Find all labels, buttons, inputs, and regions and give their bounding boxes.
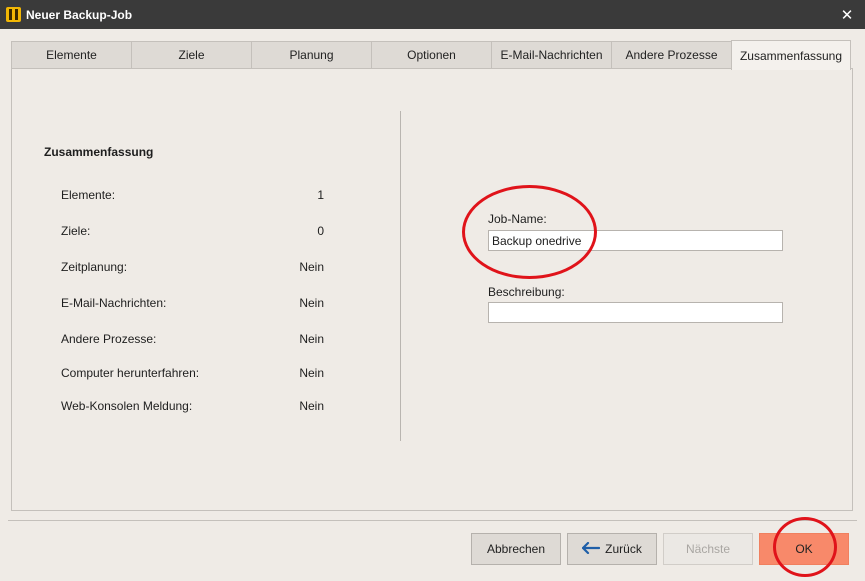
summary-label: E-Mail-Nachrichten: (61, 296, 167, 310)
summary-value: Nein (299, 260, 324, 274)
description-input[interactable] (488, 302, 783, 323)
ok-button[interactable]: OK (759, 533, 849, 565)
summary-row-email: E-Mail-Nachrichten: Nein (61, 296, 324, 312)
back-button-label: Zurück (605, 542, 642, 556)
summary-label: Ziele: (61, 224, 91, 238)
summary-value: 1 (317, 188, 324, 202)
summary-value: Nein (299, 366, 324, 380)
title-bar: Neuer Backup-Job ✕ (0, 0, 865, 29)
description-label: Beschreibung: (488, 285, 565, 299)
footer-separator (8, 520, 857, 521)
close-button[interactable]: ✕ (829, 0, 865, 29)
back-button[interactable]: Zurück (567, 533, 657, 565)
tab-ziele[interactable]: Ziele (131, 41, 251, 69)
window-title: Neuer Backup-Job (26, 8, 133, 22)
job-name-label: Job-Name: (488, 212, 547, 226)
summary-row-herunterfahren: Computer herunterfahren: Nein (61, 366, 324, 382)
summary-value: Nein (299, 399, 324, 413)
tab-elemente[interactable]: Elemente (11, 41, 131, 69)
tab-planung[interactable]: Planung (251, 41, 371, 69)
section-title: Zusammenfassung (44, 145, 154, 159)
job-name-input[interactable] (488, 230, 783, 251)
arrow-left-icon (582, 541, 601, 557)
tab-optionen[interactable]: Optionen (371, 41, 491, 69)
summary-label: Computer herunterfahren: (61, 366, 200, 380)
summary-row-elemente: Elemente: 1 (61, 188, 324, 204)
app-logo-icon (6, 7, 21, 22)
next-button[interactable]: Nächste (663, 533, 753, 565)
summary-label: Web-Konsolen Meldung: (61, 399, 193, 413)
summary-value: Nein (299, 296, 324, 310)
tab-bar: Elemente Ziele Planung Optionen E-Mail-N… (11, 40, 851, 70)
tab-andere-prozesse[interactable]: Andere Prozesse (611, 41, 731, 69)
summary-row-ziele: Ziele: 0 (61, 224, 324, 240)
summary-panel: Zusammenfassung Elemente: 1 Ziele: 0 Zei… (11, 68, 853, 511)
summary-row-web-konsole: Web-Konsolen Meldung: Nein (61, 399, 324, 415)
summary-value: Nein (299, 332, 324, 346)
summary-row-zeitplanung: Zeitplanung: Nein (61, 260, 324, 276)
panel-divider (400, 111, 401, 441)
summary-label: Elemente: (61, 188, 116, 202)
summary-label: Andere Prozesse: (61, 332, 157, 346)
cancel-button[interactable]: Abbrechen (471, 533, 561, 565)
tab-zusammenfassung[interactable]: Zusammenfassung (731, 40, 851, 70)
summary-row-andere-prozesse: Andere Prozesse: Nein (61, 332, 324, 348)
summary-label: Zeitplanung: (61, 260, 128, 274)
tab-email-nachrichten[interactable]: E-Mail-Nachrichten (491, 41, 611, 69)
summary-value: 0 (317, 224, 324, 238)
